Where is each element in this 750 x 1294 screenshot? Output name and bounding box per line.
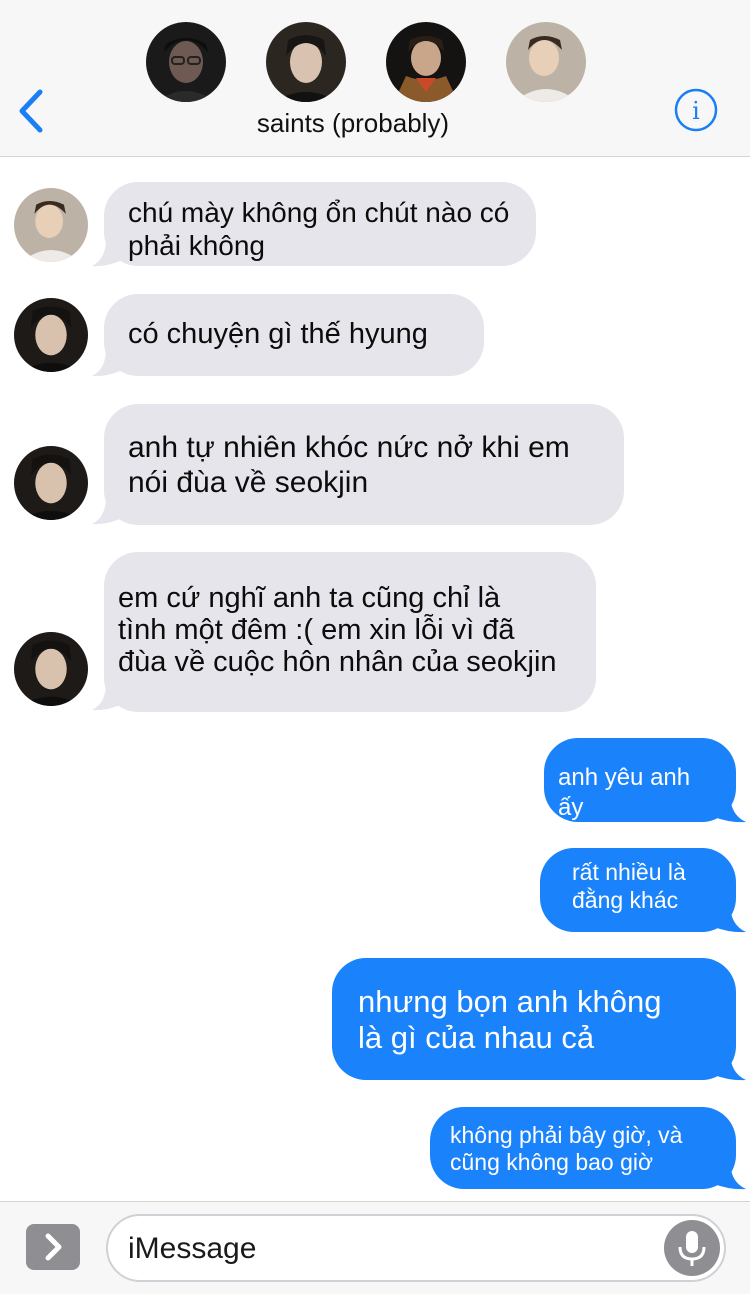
message-bubble-incoming[interactable]: chú mày không ổn chút nào có phải không bbox=[104, 182, 536, 266]
microphone-button[interactable] bbox=[664, 1220, 720, 1276]
message-list[interactable]: chú mày không ổn chút nào có phải không … bbox=[0, 157, 750, 1201]
message-text-line: cũng không bao giờ bbox=[450, 1149, 654, 1175]
chevron-right-icon bbox=[45, 1233, 62, 1261]
message-bubble-outgoing[interactable]: không phải bây giờ, và cũng không bao gi… bbox=[430, 1107, 736, 1189]
avatar[interactable] bbox=[14, 188, 88, 262]
message-bubble-incoming[interactable]: anh tự nhiên khóc nức nở khi em nói đùa … bbox=[104, 404, 624, 525]
message-text-line: đùa về cuộc hôn nhân của seokjin bbox=[118, 646, 557, 678]
conversation-title[interactable]: saints (probably) bbox=[0, 108, 706, 139]
svg-text:i: i bbox=[692, 97, 700, 125]
message-input[interactable]: iMessage bbox=[106, 1214, 726, 1282]
message-text-line: không phải bây giờ, và bbox=[450, 1122, 683, 1148]
message-text-line: đằng khác bbox=[572, 887, 679, 913]
avatar[interactable] bbox=[14, 298, 88, 372]
message-text-line: em cứ nghĩ anh ta cũng chỉ là bbox=[118, 582, 501, 614]
message-text-line: có chuyện gì thế hyung bbox=[128, 318, 428, 350]
info-button[interactable]: i bbox=[674, 88, 718, 132]
message-text-line: anh tự nhiên khóc nức nở khi em bbox=[128, 431, 570, 464]
microphone-icon bbox=[678, 1231, 706, 1266]
avatar[interactable] bbox=[266, 22, 346, 102]
message-text-line: là gì của nhau cả bbox=[358, 1020, 595, 1055]
message-text-line: nhưng bọn anh không bbox=[358, 984, 662, 1019]
message-text-line: phải không bbox=[128, 230, 266, 261]
message-bubble-outgoing[interactable]: rất nhiều là đằng khác bbox=[540, 848, 736, 932]
message-bubble-outgoing[interactable]: anh yêu anh ấy bbox=[544, 738, 736, 822]
message-text-line: anh yêu anh ấy bbox=[558, 764, 691, 821]
message-text-line: tình một đêm :( em xin lỗi vì đã bbox=[118, 614, 515, 646]
message-bubble-incoming[interactable]: em cứ nghĩ anh ta cũng chỉ là tình một đ… bbox=[104, 552, 596, 712]
avatar[interactable] bbox=[14, 446, 88, 520]
group-avatars[interactable] bbox=[0, 22, 750, 104]
composer-bar: iMessage bbox=[0, 1201, 750, 1294]
message-input-placeholder: iMessage bbox=[128, 1232, 257, 1265]
info-icon: i bbox=[674, 88, 718, 132]
avatar[interactable] bbox=[14, 632, 88, 706]
avatar[interactable] bbox=[506, 22, 586, 102]
message-text-line: chú mày không ổn chút nào có bbox=[128, 197, 510, 228]
message-text-line: nói đùa về seokjin bbox=[128, 466, 369, 499]
apps-button[interactable] bbox=[26, 1224, 80, 1270]
message-bubble-incoming[interactable]: có chuyện gì thế hyung bbox=[104, 294, 484, 376]
avatar[interactable] bbox=[146, 22, 226, 102]
message-text-line: rất nhiều là bbox=[572, 859, 686, 885]
avatar[interactable] bbox=[386, 22, 466, 102]
conversation-header: saints (probably) i bbox=[0, 0, 750, 157]
message-bubble-outgoing[interactable]: nhưng bọn anh không là gì của nhau cả bbox=[332, 958, 736, 1080]
